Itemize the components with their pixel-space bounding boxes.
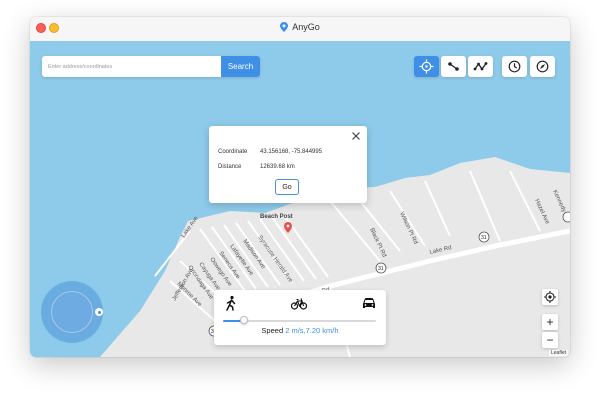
anygo-logo-icon [280, 22, 289, 34]
coordinate-label: Coordinate [218, 149, 248, 155]
multi-spot-mode-button[interactable] [468, 56, 493, 77]
clock-icon [508, 60, 521, 73]
search-bar: Search [42, 56, 260, 77]
search-button[interactable]: Search [221, 56, 260, 77]
search-input[interactable] [42, 56, 207, 77]
joystick-direction-handle[interactable] [95, 308, 103, 316]
speed-value: 2 m/s,7.20 km/h [285, 326, 339, 335]
map-view[interactable]: Lake Rd Lake Rd Syracuse Herald Ave Madi… [30, 41, 570, 357]
distance-label: Distance [218, 164, 242, 170]
zoom-out-button[interactable]: − [542, 332, 558, 348]
speed-label: Speed [261, 326, 284, 335]
speed-slider[interactable] [223, 316, 376, 324]
coordinate-value: 43.156168, -75.844995 [260, 149, 323, 155]
bicycle-icon[interactable] [291, 295, 307, 311]
title-bar: AnyGo [30, 17, 570, 42]
distance-value: 12639.68 km [260, 164, 295, 170]
speed-panel: Speed 2 m/s,7.20 km/h [214, 290, 386, 345]
close-icon[interactable] [351, 131, 361, 141]
go-button[interactable]: Go [275, 179, 299, 195]
compass-icon [536, 60, 549, 73]
locate-button[interactable] [542, 289, 558, 305]
compass-button[interactable] [530, 56, 555, 77]
window-title: AnyGo [292, 22, 320, 32]
crosshair-icon [419, 59, 434, 74]
walking-icon[interactable] [223, 295, 239, 311]
history-button[interactable] [502, 56, 527, 77]
car-icon[interactable] [361, 295, 377, 311]
speed-slider-handle[interactable] [240, 316, 249, 324]
coordinate-popup: Coordinate 43.156168, -75.844995 Distanc… [209, 126, 367, 203]
svg-text:31: 31 [481, 235, 487, 241]
movement-joystick[interactable] [41, 281, 103, 343]
two-spot-mode-button[interactable] [441, 56, 466, 77]
svg-text:Beach Post: Beach Post [260, 214, 293, 220]
two-spot-route-icon [448, 62, 459, 71]
multi-spot-route-icon [473, 62, 488, 71]
zoom-in-button[interactable]: + [542, 314, 558, 330]
joystick-pad[interactable] [51, 291, 93, 333]
teleport-mode-button[interactable] [414, 56, 439, 77]
app-window: AnyGo Lake Rd Lake Rd Syracuse Herald Av… [30, 17, 570, 357]
map-attribution[interactable]: Leaflet [548, 350, 568, 356]
svg-text:31: 31 [378, 266, 384, 272]
locate-icon [544, 291, 556, 303]
